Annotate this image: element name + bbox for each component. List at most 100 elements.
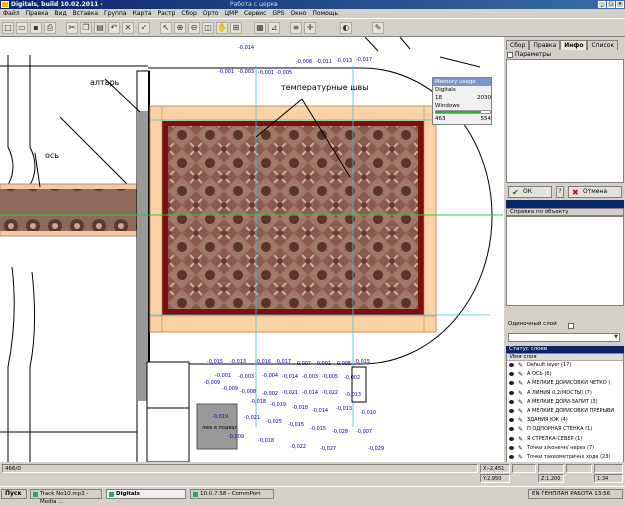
digitals-label: Digitals: [435, 87, 456, 93]
close-icon[interactable]: ×: [616, 1, 624, 8]
layer-row[interactable]: ✎ Точки з/конечн/ нерез (7): [507, 444, 623, 453]
pencil-icon[interactable]: ✎: [518, 425, 523, 434]
layers-icon[interactable]: ≡: [290, 22, 302, 34]
menu-10[interactable]: Сервис: [241, 9, 269, 18]
layer-name: А МЕЛКИЕ ДОРИ-ЗАЛИТ (3): [527, 398, 598, 405]
layer-row[interactable]: ✎ Точки тахеометричнх ходе (23(: [507, 453, 623, 462]
pencil-icon[interactable]: ✎: [518, 407, 523, 416]
single-layer-checkbox[interactable]: [568, 323, 574, 329]
title-bar: Digitals, build 10.02.2011 - Работа с це…: [0, 0, 625, 9]
maximize-icon[interactable]: □: [607, 1, 615, 8]
menu-4[interactable]: Группа: [101, 9, 130, 18]
layer-row[interactable]: ✎ П ОДПОРНАЯ СТЕНКА (1): [507, 425, 623, 434]
eye-icon[interactable]: [509, 390, 514, 395]
eye-icon[interactable]: [509, 381, 514, 386]
zoom-window-icon[interactable]: ◫: [202, 22, 214, 34]
menu-11[interactable]: GPS: [269, 9, 287, 18]
draw-icon[interactable]: ✎: [372, 22, 384, 34]
eye-icon[interactable]: [509, 399, 514, 404]
select-icon[interactable]: ↖: [160, 22, 172, 34]
tab-0[interactable]: Сбор: [506, 40, 530, 50]
save-icon[interactable]: ▪: [30, 22, 42, 34]
menu-1[interactable]: Правка: [23, 9, 52, 18]
layer-row[interactable]: ✎ Я СТРЕЛКА-СЕВЕР (1): [507, 435, 623, 444]
tab-2[interactable]: Инфо: [560, 40, 588, 50]
task-label: Track No10.mp3 - Media ...: [40, 491, 89, 505]
layer-row[interactable]: ✎ Default layer (17): [507, 361, 623, 370]
pencil-icon[interactable]: ✎: [518, 453, 523, 462]
task-commport[interactable]: 10.0.7.58 - CommPort: [190, 489, 274, 499]
menu-13[interactable]: Помощь: [309, 9, 341, 18]
menu-7[interactable]: Сбор: [178, 9, 199, 18]
document-title: Работа с церкв: [230, 1, 278, 8]
help-icon: ?: [558, 188, 562, 195]
undo-icon[interactable]: ↶: [108, 22, 120, 34]
tab-1[interactable]: Правка: [529, 40, 561, 50]
open-icon[interactable]: ▭: [16, 22, 28, 34]
zoom-in-icon[interactable]: ⊕: [174, 22, 186, 34]
level-label: -0,013: [336, 406, 353, 412]
pencil-icon[interactable]: ✎: [518, 370, 523, 379]
measure-icon[interactable]: ⊿: [268, 22, 280, 34]
minimize-icon[interactable]: _: [598, 1, 606, 8]
layer-row[interactable]: ✎ А МЕЛКИЕ ДОРИ-ЗАЛИТ (3): [507, 398, 623, 407]
menu-6[interactable]: Растр: [155, 9, 179, 18]
ok-button[interactable]: ✔ ОК: [508, 186, 552, 198]
params-row[interactable]: Параметры: [507, 51, 551, 58]
layer-name: А ЛИНИЯ 0,2(МОСТЫ) (7): [527, 389, 592, 396]
layer-row[interactable]: ✎ А МЕЛКИЕ ДОРИСОВКИ ЧЕТКО (: [507, 379, 623, 388]
tab-3[interactable]: Список: [587, 40, 619, 50]
menu-9[interactable]: ЦМР: [221, 9, 240, 18]
menu-3[interactable]: Вставка: [70, 9, 101, 18]
delete-icon[interactable]: ✕: [122, 22, 134, 34]
help-button[interactable]: ?: [556, 186, 564, 198]
pencil-icon[interactable]: ✎: [518, 398, 523, 407]
snap-icon[interactable]: ✛: [304, 22, 316, 34]
pencil-icon[interactable]: ✎: [518, 416, 523, 425]
eye-icon[interactable]: [509, 454, 514, 459]
menu-12[interactable]: Окно: [287, 9, 309, 18]
help-header: Справка по объекту: [506, 208, 624, 216]
paste-icon[interactable]: ▤: [94, 22, 106, 34]
pencil-icon[interactable]: ✎: [518, 389, 523, 398]
pencil-icon[interactable]: ✎: [518, 361, 523, 370]
eye-icon[interactable]: [509, 418, 514, 423]
panel-tabs: Сбор Правка Инфо Список: [506, 40, 619, 50]
menu-0[interactable]: Файл: [0, 9, 23, 18]
eye-icon[interactable]: [509, 436, 514, 441]
pencil-icon[interactable]: ✎: [518, 435, 523, 444]
task-media-player[interactable]: Track No10.mp3 - Media ...: [30, 489, 102, 505]
level-label: -0,003: [238, 69, 255, 75]
new-icon[interactable]: □: [2, 22, 14, 34]
layer-row[interactable]: ✎ А МЕЛКИЕ ДОРИСОВКИ ПРЕРЫВИ: [507, 407, 623, 416]
layer-row[interactable]: ✎ ЗДАНИЯ КЖ (4): [507, 416, 623, 425]
pencil-icon[interactable]: ✎: [518, 444, 523, 453]
zoom-out-icon[interactable]: ⊖: [188, 22, 200, 34]
pencil-icon[interactable]: ✎: [518, 379, 523, 388]
eye-icon[interactable]: [509, 372, 514, 377]
menu-5[interactable]: Карта: [130, 9, 155, 18]
memory-usage-window[interactable]: Memory usage Digitals 18 2030 Windows 463…: [432, 77, 492, 125]
print-icon[interactable]: ⎙: [44, 22, 56, 34]
menu-2[interactable]: Вид: [51, 9, 69, 18]
drawing-canvas[interactable]: -0,014 -0,001 -0,003 -0,001 -0,005 -0,008 -0,0…: [0, 37, 503, 462]
layer-dropdown[interactable]: [508, 333, 620, 342]
copy-icon[interactable]: ❐: [80, 22, 92, 34]
layer-row[interactable]: ✎ А ЛИНИЯ 0,2(МОСТЫ) (7): [507, 389, 623, 398]
eye-icon[interactable]: [509, 363, 514, 367]
color-icon[interactable]: ◐: [340, 22, 352, 34]
start-button[interactable]: Пуск: [1, 489, 27, 499]
check-icon[interactable]: ✓: [138, 22, 150, 34]
eye-icon[interactable]: [509, 445, 514, 450]
menu-8[interactable]: Орто: [200, 9, 222, 18]
eye-icon[interactable]: [509, 427, 514, 432]
cut-icon[interactable]: ✂: [66, 22, 78, 34]
windows-used: 463: [435, 116, 446, 122]
grid-icon[interactable]: ▦: [254, 22, 266, 34]
zoom-all-icon[interactable]: ⊞: [230, 22, 242, 34]
cancel-button[interactable]: ✖ Отмена: [568, 186, 622, 198]
task-digitals[interactable]: Digitals: [106, 489, 186, 499]
layer-row[interactable]: ✎ А ОСЬ (6): [507, 370, 623, 379]
pan-icon[interactable]: ✋: [216, 22, 228, 34]
eye-icon[interactable]: [509, 408, 514, 413]
